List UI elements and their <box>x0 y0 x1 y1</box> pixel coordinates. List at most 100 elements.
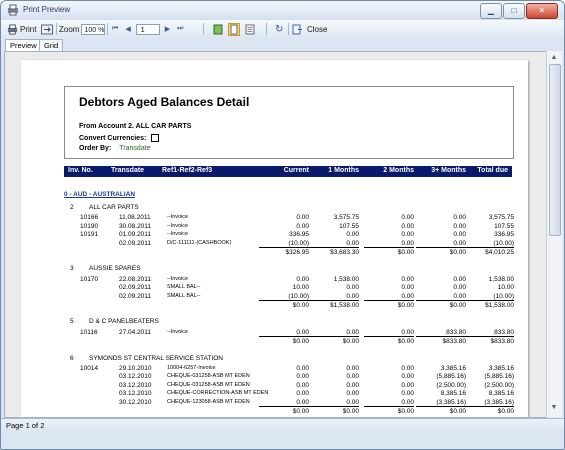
cell-tot: 10.00 <box>497 284 514 292</box>
total-m1: $1,538.00 <box>330 302 359 309</box>
cell-m2: 0.00 <box>401 381 414 389</box>
close-window-button[interactable]: ✕ <box>526 3 558 19</box>
customer-group-header: 3 AUSSIE SPARES <box>64 265 512 274</box>
tab-grid[interactable]: Grid <box>39 39 64 51</box>
two-page-icon[interactable] <box>228 22 240 36</box>
cell-ref: CHEQUE-123058-ASB MT EDEN <box>167 398 250 405</box>
prev-page-icon[interactable]: ◀ <box>125 25 130 33</box>
cell-transdate: 11.08.2011 <box>119 214 151 222</box>
cell-m3: 0.00 <box>453 284 466 292</box>
convert-currencies: Convert Currencies: <box>79 134 160 142</box>
cell-cur: 0.00 <box>296 390 309 398</box>
first-page-icon[interactable]: ⏮ <box>112 25 118 33</box>
cell-cur: (10.00) <box>259 293 309 301</box>
cell-m3: 0.00 <box>416 293 466 301</box>
minimize-button[interactable]: ▁ <box>480 3 502 19</box>
scroll-up-icon[interactable]: ▲ <box>549 53 559 63</box>
total-cur: $326.95 <box>285 249 310 256</box>
convert-checkbox <box>151 134 160 142</box>
total-m2: $0.00 <box>397 249 414 256</box>
cell-transdate: 30.08.2011 <box>119 222 152 230</box>
cell-m1: 0.00 <box>346 231 359 239</box>
cell-ref: --Invoice <box>167 275 189 282</box>
maximize-button[interactable]: □ <box>503 3 525 19</box>
cell-m3: 0.00 <box>453 231 466 239</box>
single-page-icon[interactable] <box>213 24 223 35</box>
print-button[interactable]: Print <box>7 20 36 38</box>
cell-transdate: 01.09.2011 <box>119 231 152 239</box>
cell-transdate: 02.09.2011 <box>119 292 152 300</box>
cell-cur: (10.00) <box>259 240 309 248</box>
table-row: 02.09.2011 SMALL BAL-- (10.00) 0.00 0.00 0.00… <box>64 292 514 302</box>
zoom-input[interactable]: 100 % <box>81 23 106 35</box>
cell-tot: 8,385.16 <box>488 390 514 398</box>
column-header: Inv. No. Transdate Ref1-Ref2-Ref3 Curren… <box>64 166 512 177</box>
window-title: Print Preview <box>23 5 71 14</box>
next-page-icon[interactable]: ▶ <box>165 25 170 33</box>
cell-m1: 0.00 <box>346 390 359 398</box>
scroll-thumb[interactable] <box>549 64 561 236</box>
cell-inv-no: 10116 <box>80 328 98 336</box>
cell-m2: 0.00 <box>401 284 414 292</box>
total-m3: $0.00 <box>449 302 466 309</box>
last-page-icon[interactable]: ⏭ <box>177 25 183 33</box>
cell-ref: --Invoice <box>167 328 189 335</box>
customer-id: 3 <box>70 265 74 273</box>
page-setup-button[interactable] <box>41 20 53 38</box>
cell-m3: 0.00 <box>453 222 466 230</box>
group-total-row: $0.00 $1,538.00 $0.00 $0.00 $1,538.00 <box>64 302 514 311</box>
total-tot: $833.80 <box>490 338 515 346</box>
cell-m1: 107.55 <box>339 222 359 230</box>
cell-transdate: 02.09.2011 <box>119 284 152 292</box>
cell-m2: 0.00 <box>401 231 414 239</box>
col-transdate: Transdate <box>111 167 145 174</box>
customer-id: 2 <box>70 204 74 211</box>
customer-name: ALL CAR PARTS <box>89 204 139 211</box>
refresh-icon: ↻ <box>275 23 284 35</box>
scroll-down-icon[interactable]: ▼ <box>549 403 559 413</box>
cell-m1: 0.00 <box>309 293 359 301</box>
order-label: Order By: <box>79 145 112 152</box>
refresh-button[interactable]: ↻ <box>275 20 283 38</box>
group-total-row: $0.00 $0.00 $0.00 $833.80 $833.80 <box>64 338 515 347</box>
table-row: 02.09.2011 D/C-111111-(CASHBOOK) (10.00) 0.… <box>64 239 514 249</box>
page-number-input[interactable]: 1 <box>135 23 160 35</box>
cell-ref: D/C-111111-(CASHBOOK) <box>167 239 232 246</box>
page-setup-icon <box>41 24 53 34</box>
cell-m2: 0.00 <box>401 222 414 230</box>
currency-group: 0 - AUD - AUSTRALIAN <box>64 191 136 198</box>
customer-name: AUSSIE SPARES <box>89 265 141 273</box>
cell-m2: 0.00 <box>401 214 414 222</box>
cell-ref: CHEQUE-031258-ASB MT EDEN <box>167 381 250 388</box>
cell-cur: 0.00 <box>296 381 309 389</box>
cell-m1: 0.00 <box>309 240 359 248</box>
total-tot: $4,010.25 <box>485 249 514 256</box>
vertical-scrollbar[interactable]: ▲ ▼ <box>546 51 562 417</box>
group-total-row: $326.95 $3,683.30 $0.00 $0.00 $4,010.25 <box>64 249 515 258</box>
cell-m1: 0.00 <box>309 399 359 407</box>
cell-m2: 0.00 <box>401 373 414 381</box>
cell-m3: 833.80 <box>416 329 466 337</box>
printer-icon <box>7 23 18 35</box>
tab-preview[interactable]: Preview <box>5 39 42 51</box>
close-button[interactable]: Close <box>292 20 327 38</box>
total-m1: $3,683.30 <box>330 249 359 256</box>
cell-cur: 336.95 <box>289 231 309 239</box>
total-m2: $0.00 <box>397 408 414 415</box>
convert-label: Convert Currencies: <box>79 134 147 142</box>
cell-m3: 0.00 <box>453 275 466 283</box>
col-current: Current <box>283 167 309 174</box>
cell-ref: --Invoice <box>167 231 189 238</box>
cell-transdate: 03.12.2010 <box>119 381 152 389</box>
cell-m3: 0.00 <box>453 214 466 222</box>
order-value: Transdate <box>119 145 151 152</box>
multi-page-icon[interactable] <box>245 24 255 35</box>
zoom-control: Zoom 100 % <box>59 20 106 38</box>
preview-area: Debtors Aged Balances Detail From Accoun… <box>4 51 547 418</box>
total-cur: $0.00 <box>292 302 309 309</box>
col-3-months: 3+ Months <box>431 167 466 174</box>
cell-tot: (3,385.16) <box>464 399 514 407</box>
customer-id: 6 <box>70 354 74 362</box>
cell-tot: (5,885.16) <box>484 373 514 381</box>
total-cur: $0.00 <box>292 408 309 415</box>
